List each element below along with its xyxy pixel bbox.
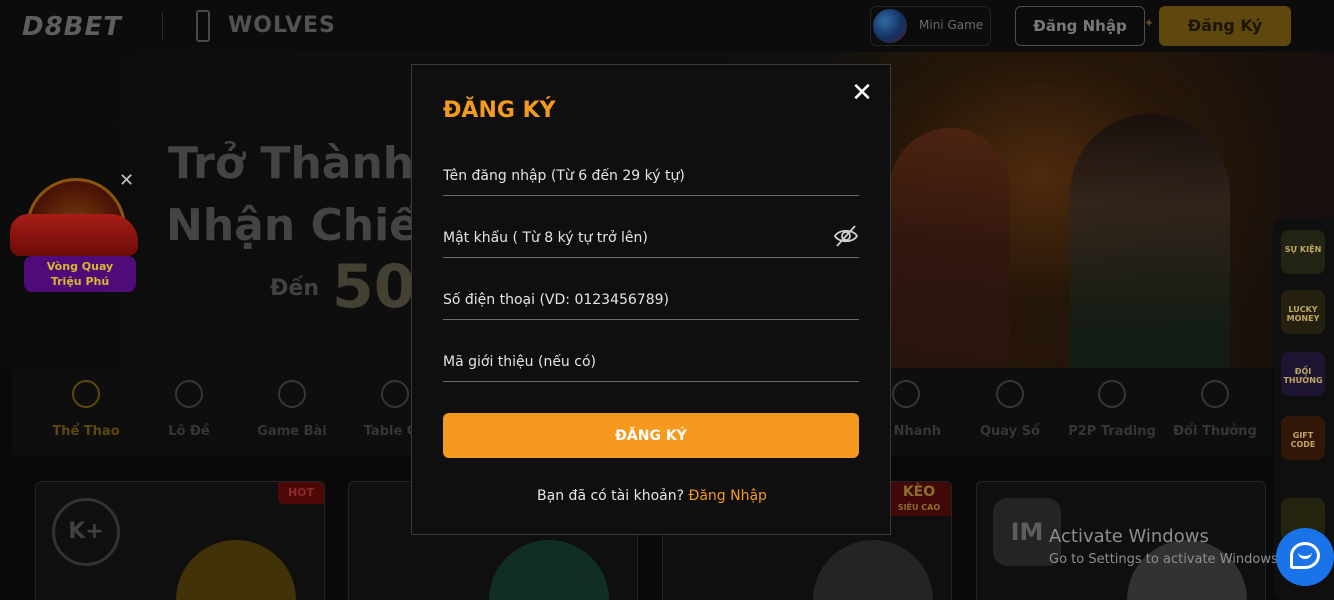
login-prompt-text: Bạn đã có tài khoản? [537,488,685,504]
login-link[interactable]: Đăng Nhập [688,488,766,504]
phone-input[interactable] [443,280,859,320]
chat-support-button[interactable] [1276,528,1334,586]
password-input[interactable] [443,218,859,258]
page: D8BET WOLVES Mini Game Đăng Nhập ✦ Đăng … [0,0,1334,600]
eye-slash-icon[interactable] [833,223,859,249]
register-modal: ĐĂNG KÝ ✕ ĐĂNG KÝ Bạn đã có tài khoản? Đ… [411,64,891,535]
close-icon[interactable]: ✕ [848,79,876,107]
activation-watermark-subtitle: Go to Settings to activate Windows. [1049,552,1282,567]
modal-title: ĐĂNG KÝ [443,98,556,123]
login-prompt: Bạn đã có tài khoản? Đăng Nhập [412,488,892,504]
referral-code-input[interactable] [443,342,859,382]
activation-watermark-title: Activate Windows [1049,526,1209,547]
username-input[interactable] [443,156,859,196]
register-submit-button[interactable]: ĐĂNG KÝ [443,413,859,458]
